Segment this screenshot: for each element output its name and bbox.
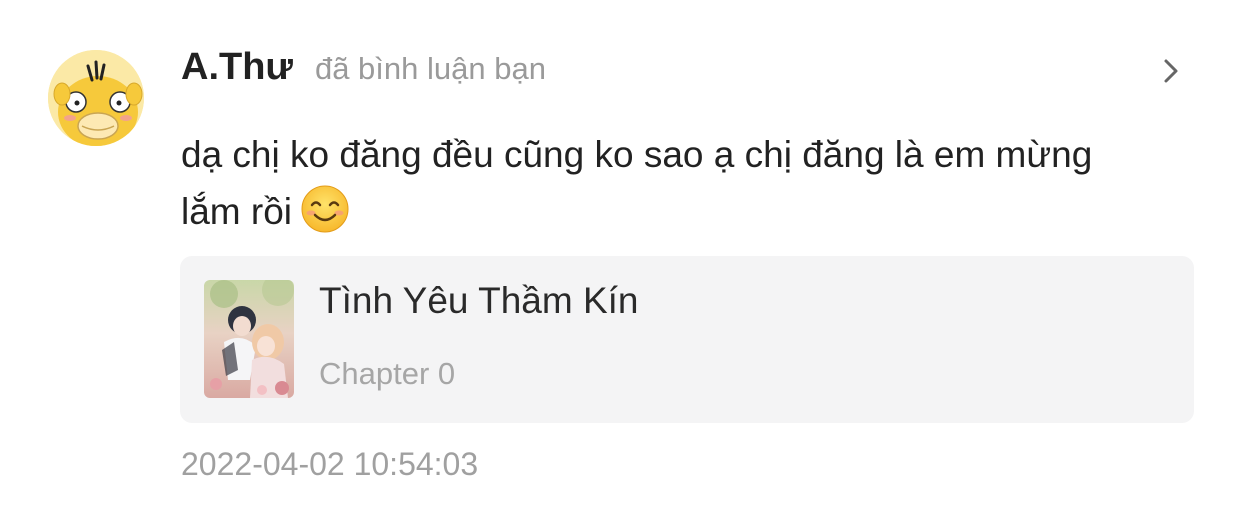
chapter-label: Chapter 0 [319, 356, 456, 391]
psyduck-avatar-icon [48, 50, 144, 146]
user-avatar[interactable] [48, 50, 144, 146]
manga-card[interactable]: Tình Yêu Thầm Kín Chapter 0 [180, 256, 1194, 423]
manga-cover-image [204, 280, 294, 398]
notification-header: A.Thư đã bình luận bạn [181, 46, 546, 90]
smiling-face-icon [301, 185, 349, 233]
manga-title: Tình Yêu Thầm Kín [319, 280, 639, 321]
chevron-right-icon[interactable] [1158, 56, 1184, 86]
comment-body: dạ chị ko đăng đều cũng ko sao ạ chị đăn… [181, 126, 1141, 240]
action-text: đã bình luận bạn [314, 51, 546, 86]
username[interactable]: A.Thư [181, 46, 293, 89]
timestamp: 2022-04-02 10:54:03 [181, 446, 479, 482]
comment-notification[interactable]: A.Thư đã bình luận bạn dạ chị ko đăng đề… [0, 0, 1242, 525]
